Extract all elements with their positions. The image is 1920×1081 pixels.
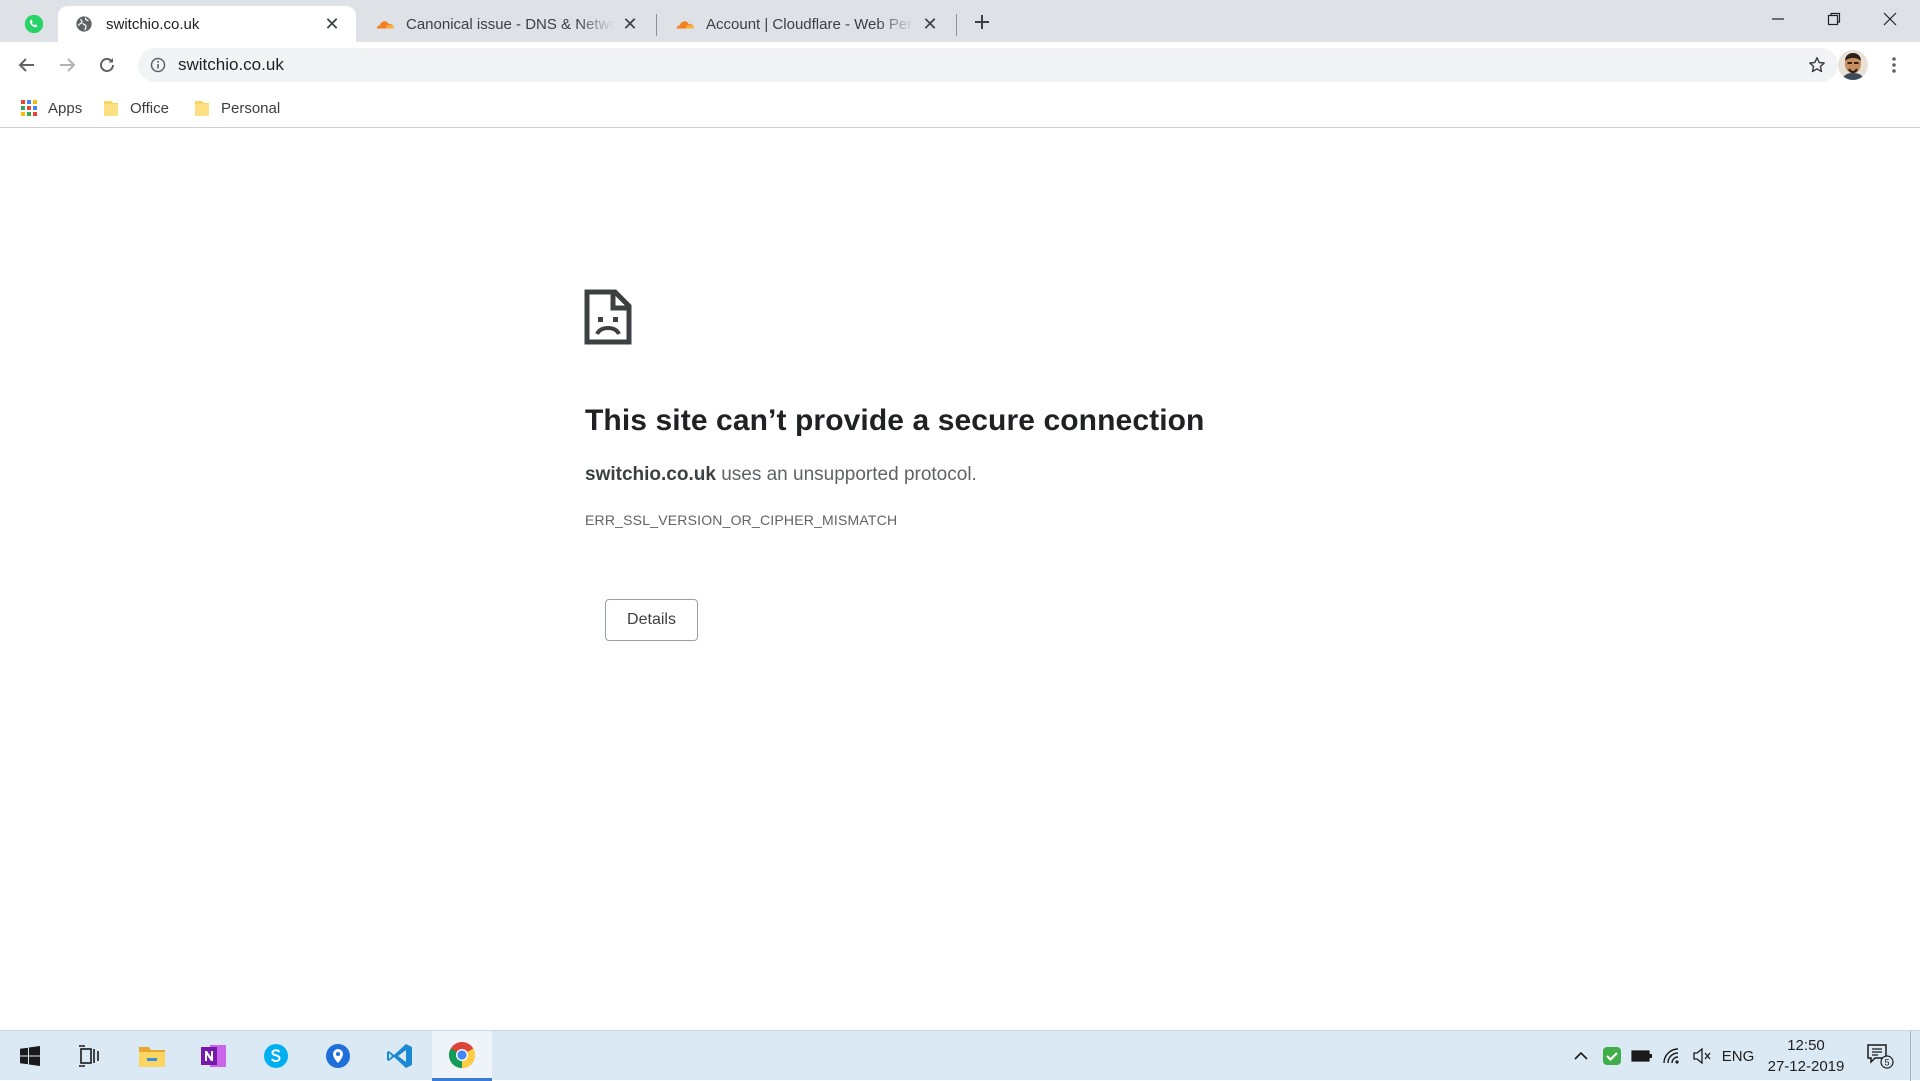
error-page: This site can’t provide a secure connect… [0,129,1920,1030]
reload-button[interactable] [91,49,123,81]
show-desktop-button[interactable] [1910,1031,1920,1081]
bookmarks-bar: Apps Office Personal [0,88,1920,128]
vscode-icon [387,1044,412,1068]
apps-grid-icon [20,99,38,117]
tray-network[interactable] [1658,1031,1686,1081]
pinned-tab-whatsapp[interactable] [12,6,56,42]
broken-page-icon [584,289,632,345]
battery-icon [1631,1050,1652,1062]
error-code: ERR_SSL_VERSION_OR_CIPHER_MISMATCH [585,512,898,528]
task-view-button[interactable] [60,1031,120,1081]
restore-button[interactable] [1806,0,1862,38]
more-vertical-icon [1892,57,1896,73]
forward-button[interactable] [51,49,83,81]
arrow-right-icon [60,58,76,72]
tray-volume[interactable] [1688,1031,1716,1081]
taskbar-clock[interactable]: 12:50 27-12-2019 [1758,1035,1854,1077]
bookmark-apps[interactable]: Apps [20,94,82,122]
star-icon [1809,57,1825,73]
folder-icon [102,99,120,117]
task-view-icon [79,1045,99,1067]
tray-battery[interactable] [1628,1031,1656,1081]
globe-icon [74,14,94,34]
browser-menu-button[interactable] [1878,49,1910,81]
plus-icon [975,15,989,29]
tray-language[interactable]: ENG [1718,1031,1758,1081]
tab-switchio[interactable]: switchio.co.uk ✕ [58,6,356,42]
taskbar-onenote[interactable] [184,1031,244,1081]
info-icon[interactable] [148,55,168,75]
tab-title: Account | Cloudflare - Web Performance [706,15,914,33]
skype-icon [264,1044,288,1068]
tab-strip: switchio.co.uk ✕ Canonical issue - DNS &… [0,0,1920,42]
chrome-icon [448,1041,476,1068]
file-explorer-icon [139,1047,165,1067]
error-title: This site can’t provide a secure connect… [585,404,1205,437]
notification-icon: 5 [1867,1044,1894,1069]
taskbar-vscode[interactable] [370,1031,430,1081]
back-button[interactable] [11,49,43,81]
tab-title: switchio.co.uk [106,15,200,33]
minimize-icon [1772,18,1784,20]
taskbar-chrome[interactable] [432,1031,492,1081]
tab-canonical-issue[interactable]: Canonical issue - DNS & Network ✕ [358,6,654,42]
folder-icon [193,99,211,117]
close-icon[interactable]: ✕ [620,14,640,34]
action-center-button[interactable]: 5 [1862,1031,1898,1081]
windows-taskbar: ENG 12:50 27-12-2019 5 [0,1030,1920,1081]
taskbar-maps[interactable] [308,1031,368,1081]
tab-title: Canonical issue - DNS & Network [406,15,614,33]
tab-separator [956,14,957,36]
language-indicator: ENG [1721,1047,1755,1065]
reload-icon [100,58,114,72]
volume-muted-icon [1693,1047,1711,1065]
bookmark-folder-personal[interactable]: Personal [193,94,280,122]
browser-toolbar: switchio.co.uk [0,42,1920,88]
minimize-button[interactable] [1750,0,1806,38]
tab-cloudflare-account[interactable]: Account | Cloudflare - Web Performance ✕ [658,6,954,42]
error-message: uses an unsupported protocol. [715,464,977,485]
shield-check-icon [1603,1047,1621,1065]
error-description: switchio.co.uk uses an unsupported proto… [585,464,977,486]
tray-security[interactable] [1598,1031,1626,1081]
clock-time: 12:50 [1787,1037,1825,1054]
start-button[interactable] [0,1031,60,1081]
new-tab-button[interactable] [968,8,996,36]
wifi-icon [1663,1048,1679,1064]
chevron-up-icon [1574,1051,1588,1060]
close-icon[interactable]: ✕ [322,14,342,34]
taskbar-skype[interactable] [246,1031,306,1081]
arrow-left-icon [18,58,34,72]
error-host: switchio.co.uk [585,464,716,485]
restore-icon [1827,12,1841,26]
address-bar[interactable]: switchio.co.uk [138,48,1838,82]
cloudflare-icon [374,14,394,34]
bookmark-label: Apps [48,99,83,117]
taskbar-file-explorer[interactable] [122,1031,182,1081]
onenote-icon [201,1045,226,1067]
close-icon[interactable]: ✕ [920,14,940,34]
details-button[interactable]: Details [605,599,698,641]
windows-logo-icon [20,1046,40,1066]
close-icon [1883,12,1897,26]
show-hidden-icons-button[interactable] [1568,1031,1594,1081]
maps-pin-icon [326,1044,350,1068]
tab-separator [656,14,657,36]
bookmark-star-button[interactable] [1806,54,1828,76]
bookmark-folder-office[interactable]: Office [102,94,169,122]
clock-date: 27-12-2019 [1767,1058,1845,1075]
notification-count: 5 [1884,1058,1889,1068]
cloudflare-icon [674,14,694,34]
bookmark-label: Office [130,99,169,117]
profile-avatar[interactable] [1838,50,1868,80]
bookmark-label: Personal [221,99,281,117]
close-window-button[interactable] [1862,0,1918,38]
address-url[interactable]: switchio.co.uk [178,55,284,75]
whatsapp-icon [24,14,44,34]
